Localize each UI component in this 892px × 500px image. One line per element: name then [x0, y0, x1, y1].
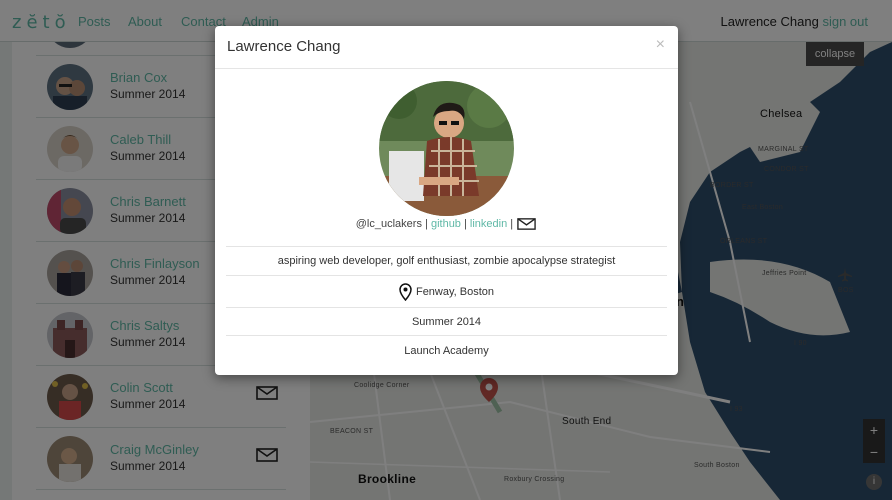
location-pin-icon — [399, 283, 412, 302]
close-icon[interactable]: × — [656, 36, 665, 54]
separator: | — [464, 218, 467, 230]
profile-term: Summer 2014 — [226, 307, 667, 335]
profile-location: Fenway, Boston — [415, 286, 495, 298]
separator: | — [510, 218, 514, 230]
profile-modal: Lawrence Chang × @lc_uclakers | github |… — [215, 26, 678, 375]
modal-header: Lawrence Chang × — [215, 26, 678, 69]
profile-location-row: Fenway, Boston — [226, 275, 667, 307]
profile-photo — [379, 81, 514, 216]
profile-bio: aspiring web developer, golf enthusiast,… — [226, 246, 667, 275]
profile-links: @lc_uclakers | github | linkedin | — [215, 218, 678, 230]
linkedin-link[interactable]: linkedin — [470, 218, 507, 230]
profile-school: Launch Academy — [226, 335, 667, 365]
modal-title: Lawrence Chang — [227, 38, 341, 55]
separator: | — [425, 218, 428, 230]
mail-icon[interactable] — [516, 218, 537, 230]
github-link[interactable]: github — [431, 218, 461, 230]
twitter-handle: @lc_uclakers — [355, 218, 422, 230]
